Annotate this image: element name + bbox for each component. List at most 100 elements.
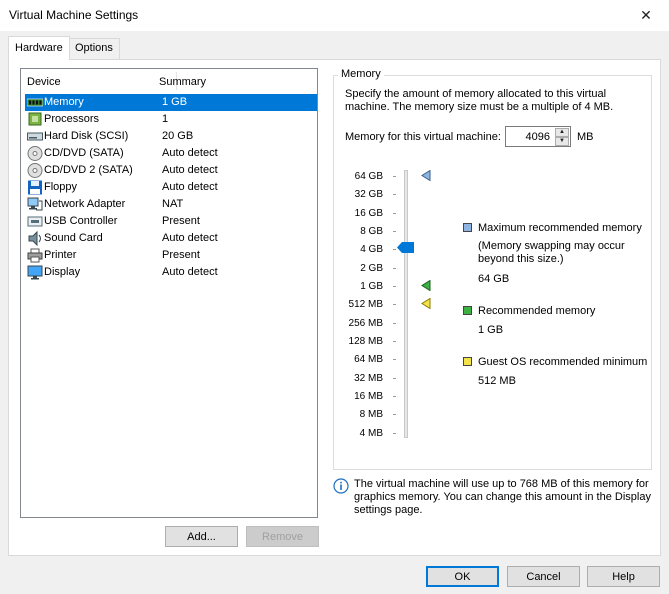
ok-button[interactable]: OK xyxy=(426,566,499,587)
recommended-marker-icon xyxy=(421,280,431,291)
device-summary: Auto detect xyxy=(162,181,218,193)
scale-tick xyxy=(393,341,396,342)
device-row-network-adapter[interactable]: Network Adapter NAT xyxy=(25,196,317,213)
memory-stepper[interactable]: 4096 ▲ ▼ xyxy=(505,126,571,147)
recommended-swatch xyxy=(463,306,472,315)
title-bar: Virtual Machine Settings ✕ xyxy=(0,0,669,31)
legend-guest-value: 512 MB xyxy=(478,375,516,387)
spin-down-icon[interactable]: ▼ xyxy=(555,137,569,146)
device-name: Printer xyxy=(44,249,77,261)
memory-icon xyxy=(27,98,43,107)
device-summary: 1 xyxy=(162,113,169,125)
column-device[interactable]: Device xyxy=(27,76,61,88)
device-list[interactable]: Device Summary Memory 1 GB Processors 1 … xyxy=(20,68,318,518)
memory-slider-track[interactable] xyxy=(404,170,408,438)
max-recommended-swatch xyxy=(463,223,472,232)
scale-tick xyxy=(393,268,396,269)
hard-disk-icon xyxy=(27,132,43,141)
device-row-sound-card[interactable]: Sound Card Auto detect xyxy=(25,230,317,247)
remove-button[interactable]: Remove xyxy=(246,526,319,547)
device-row-hard-disk[interactable]: Hard Disk (SCSI) 20 GB xyxy=(25,128,317,145)
guest-minimum-swatch xyxy=(463,357,472,366)
scale-tick xyxy=(393,176,396,177)
legend-max-label: Maximum recommended memory xyxy=(478,222,642,234)
scale-label: 8 MB xyxy=(359,409,383,420)
column-summary[interactable]: Summary xyxy=(159,76,206,88)
scale-label: 128 MB xyxy=(348,336,383,347)
scale-tick xyxy=(393,359,396,360)
memory-unit: MB xyxy=(577,131,594,143)
device-name: Sound Card xyxy=(44,232,103,244)
device-row-processors[interactable]: Processors 1 xyxy=(25,111,317,128)
scale-label: 4 GB xyxy=(360,244,383,255)
network-adapter-icon xyxy=(27,197,43,211)
scale-tick xyxy=(393,414,396,415)
scale-label: 512 MB xyxy=(348,299,383,310)
device-summary: 1 GB xyxy=(162,96,188,108)
scale-label: 1 GB xyxy=(360,281,383,292)
device-name: USB Controller xyxy=(44,215,118,227)
info-icon xyxy=(333,478,349,494)
scale-label: 32 GB xyxy=(354,189,383,200)
guest-minimum-marker-icon xyxy=(421,298,431,309)
device-name: Display xyxy=(44,266,81,278)
device-row-cd-dvd[interactable]: CD/DVD (SATA) Auto detect xyxy=(25,145,317,162)
display-icon xyxy=(27,265,43,280)
device-name: Processors xyxy=(44,113,100,125)
scale-label: 64 MB xyxy=(354,354,383,365)
cd-dvd-icon xyxy=(27,163,43,178)
sound-card-icon xyxy=(28,231,41,246)
scale-label: 2 GB xyxy=(360,263,383,274)
scale-tick xyxy=(393,286,396,287)
device-name: Memory xyxy=(44,96,84,108)
tab-hardware[interactable]: Hardware xyxy=(8,36,70,60)
max-recommended-marker-icon xyxy=(421,170,431,181)
spin-up-icon[interactable]: ▲ xyxy=(555,128,569,137)
device-summary: NAT xyxy=(162,198,184,210)
scale-tick xyxy=(393,194,396,195)
device-summary: Auto detect xyxy=(162,232,218,244)
help-button[interactable]: Help xyxy=(587,566,660,587)
device-row-cd-dvd-2[interactable]: CD/DVD 2 (SATA) Auto detect xyxy=(25,162,317,179)
legend-recommended-label: Recommended memory xyxy=(478,305,596,317)
scale-tick xyxy=(393,249,396,250)
device-row-memory[interactable]: Memory 1 GB xyxy=(25,94,317,111)
scale-label: 16 GB xyxy=(354,208,383,219)
memory-description: Specify the amount of memory allocated t… xyxy=(345,88,614,113)
info-text: The virtual machine will use up to 768 M… xyxy=(354,478,651,516)
scale-tick xyxy=(393,396,396,397)
cancel-button[interactable]: Cancel xyxy=(507,566,580,587)
tab-options[interactable]: Options xyxy=(68,38,120,59)
device-name: Network Adapter xyxy=(44,198,126,210)
device-summary: Present xyxy=(162,215,200,227)
window-title: Virtual Machine Settings xyxy=(9,8,139,22)
scale-label: 32 MB xyxy=(354,373,383,384)
device-row-printer[interactable]: Printer Present xyxy=(25,247,317,264)
memory-input[interactable]: 4096 xyxy=(526,131,550,143)
legend-max-note: (Memory swapping may occur beyond this s… xyxy=(478,240,625,265)
add-button[interactable]: Add... xyxy=(165,526,238,547)
close-icon[interactable]: ✕ xyxy=(623,0,669,31)
device-summary: Present xyxy=(162,249,200,261)
printer-icon xyxy=(27,248,43,263)
scale-label: 8 GB xyxy=(360,226,383,237)
device-name: Hard Disk (SCSI) xyxy=(44,130,129,142)
device-row-usb-controller[interactable]: USB Controller Present xyxy=(25,213,317,230)
scale-tick xyxy=(393,304,396,305)
legend-recommended-value: 1 GB xyxy=(478,324,504,336)
legend-max-value: 64 GB xyxy=(478,273,510,285)
device-summary: Auto detect xyxy=(162,164,218,176)
device-row-display[interactable]: Display Auto detect xyxy=(25,264,317,281)
scale-label: 256 MB xyxy=(348,318,383,329)
processor-icon xyxy=(28,112,42,126)
device-row-floppy[interactable]: Floppy Auto detect xyxy=(25,179,317,196)
device-name: Floppy xyxy=(44,181,78,193)
floppy-icon xyxy=(28,180,42,195)
memory-group-title: Memory xyxy=(338,68,384,80)
scale-tick xyxy=(393,378,396,379)
legend-guest-label: Guest OS recommended minimum xyxy=(478,356,648,368)
scale-tick xyxy=(393,323,396,324)
device-name: CD/DVD (SATA) xyxy=(44,147,124,159)
cd-dvd-icon xyxy=(27,146,43,161)
memory-slider-thumb[interactable] xyxy=(397,242,414,253)
